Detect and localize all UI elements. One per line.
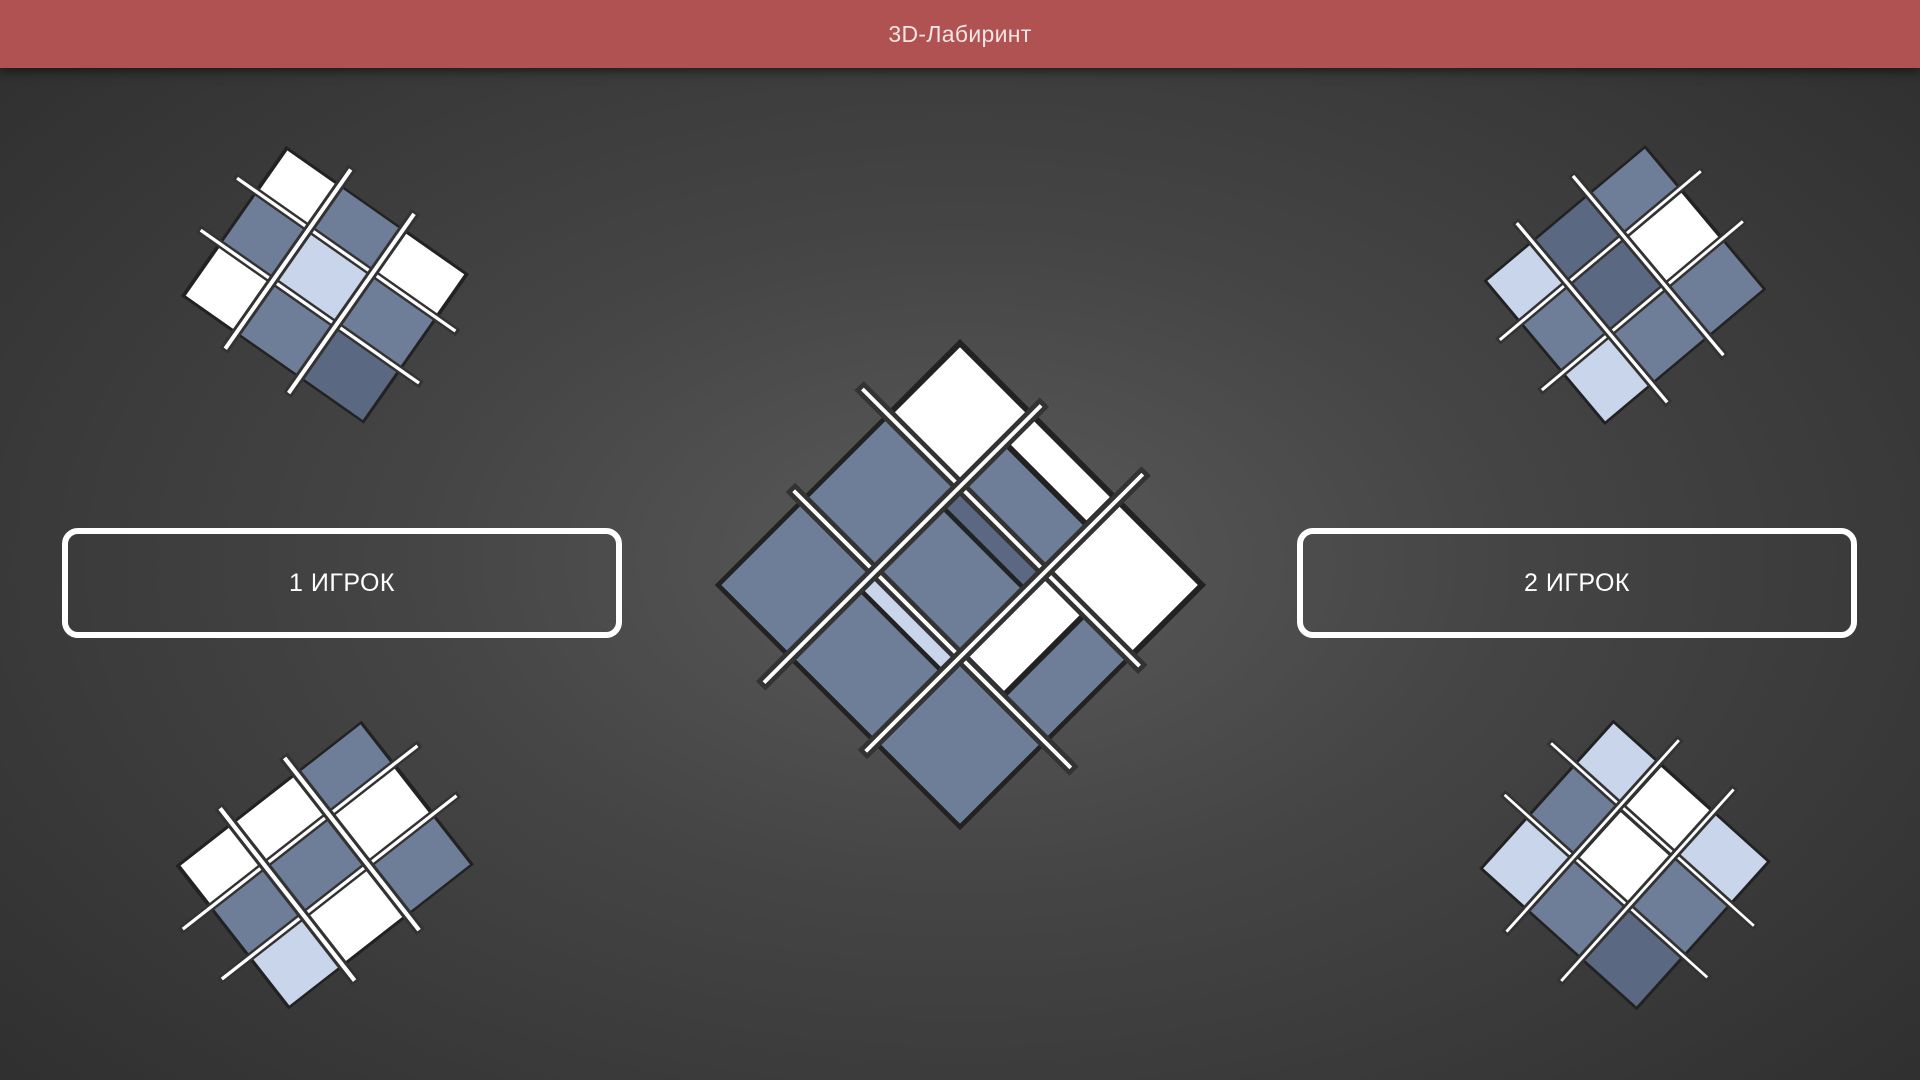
- maze-preview-bottom-right: [1479, 719, 1771, 1011]
- maze-preview-center: [714, 338, 1207, 831]
- two-player-button[interactable]: 2 ИГРОК: [1297, 528, 1857, 638]
- title-bar: 3D-Лабиринт: [0, 0, 1920, 68]
- maze-preview-bottom-left: [175, 720, 474, 1010]
- app-title: 3D-Лабиринт: [888, 20, 1032, 47]
- one-player-label: 1 ИГРОК: [289, 568, 395, 597]
- maze-preview-top-right: [1483, 144, 1767, 426]
- two-player-label: 2 ИГРОК: [1524, 568, 1630, 597]
- one-player-button[interactable]: 1 ИГРОК: [62, 528, 622, 638]
- maze-preview-top-left: [180, 145, 470, 424]
